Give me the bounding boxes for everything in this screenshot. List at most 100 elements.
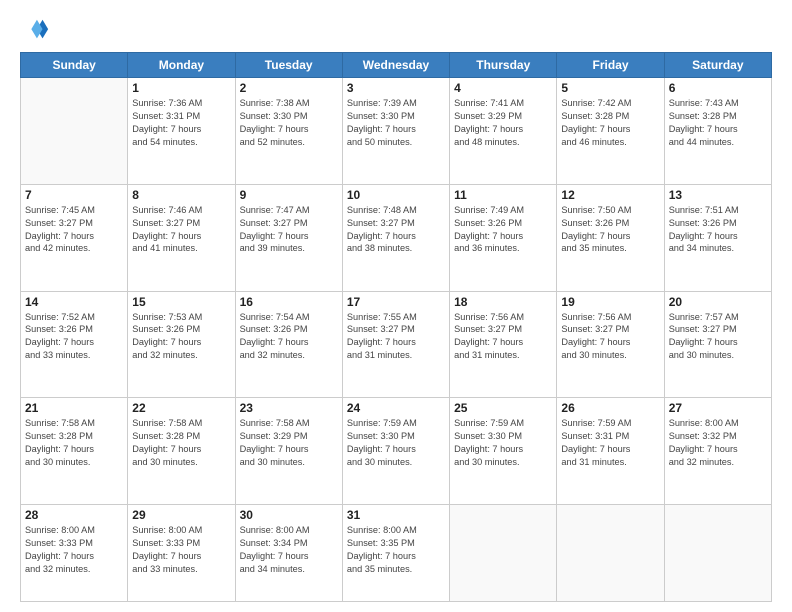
day-number: 25 [454,401,552,415]
day-number: 15 [132,295,230,309]
day-number: 7 [25,188,123,202]
day-number: 9 [240,188,338,202]
day-info: Sunrise: 7:58 AM Sunset: 3:28 PM Dayligh… [25,417,123,469]
day-info: Sunrise: 7:43 AM Sunset: 3:28 PM Dayligh… [669,97,767,149]
day-number: 11 [454,188,552,202]
day-number: 12 [561,188,659,202]
calendar-cell: 19Sunrise: 7:56 AM Sunset: 3:27 PM Dayli… [557,291,664,398]
page: SundayMondayTuesdayWednesdayThursdayFrid… [0,0,792,612]
day-info: Sunrise: 7:56 AM Sunset: 3:27 PM Dayligh… [561,311,659,363]
calendar-cell: 8 Sunrise: 7:46 AM Sunset: 3:27 PM Daylig… [128,184,235,291]
weekday-header-wednesday: Wednesday [342,53,449,78]
day-info: Sunrise: 7:42 AM Sunset: 3:28 PM Dayligh… [561,97,659,149]
calendar-cell: 11 Sunrise: 7:49 AM Sunset: 3:26 PM Dayli… [450,184,557,291]
calendar-cell: 1 Sunrise: 7:36 AM Sunset: 3:31 PM Daylig… [128,78,235,185]
calendar-cell: 12Sunrise: 7:50 AM Sunset: 3:26 PM Dayli… [557,184,664,291]
day-number: 13 [669,188,767,202]
day-info: Sunrise: 7:46 AM Sunset: 3:27 PM Dayligh… [132,204,230,256]
day-number: 18 [454,295,552,309]
day-number: 31 [347,508,445,522]
calendar-table: SundayMondayTuesdayWednesdayThursdayFrid… [20,52,772,602]
calendar-week-5: 28 Sunrise: 8:00 AM Sunset: 3:33 PM Dayli… [21,505,772,602]
calendar-cell: 20 Sunrise: 7:57 AM Sunset: 3:27 PM Dayli… [664,291,771,398]
weekday-header-monday: Monday [128,53,235,78]
calendar-cell: 4Sunrise: 7:41 AM Sunset: 3:29 PM Daylig… [450,78,557,185]
calendar-cell: 7 Sunrise: 7:45 AM Sunset: 3:27 PM Daylig… [21,184,128,291]
day-number: 4 [454,81,552,95]
day-number: 22 [132,401,230,415]
calendar-cell: 24 Sunrise: 7:59 AM Sunset: 3:30 PM Dayli… [342,398,449,505]
day-info: Sunrise: 7:54 AM Sunset: 3:26 PM Dayligh… [240,311,338,363]
day-info: Sunrise: 7:48 AM Sunset: 3:27 PM Dayligh… [347,204,445,256]
calendar-cell: 27 Sunrise: 8:00 AM Sunset: 3:32 PM Dayli… [664,398,771,505]
day-info: Sunrise: 8:00 AM Sunset: 3:32 PM Dayligh… [669,417,767,469]
day-info: Sunrise: 8:00 AM Sunset: 3:33 PM Dayligh… [132,524,230,576]
day-number: 3 [347,81,445,95]
calendar-cell: 31 Sunrise: 8:00 AM Sunset: 3:35 PM Dayli… [342,505,449,602]
day-info: Sunrise: 7:58 AM Sunset: 3:28 PM Dayligh… [132,417,230,469]
day-number: 27 [669,401,767,415]
day-info: Sunrise: 8:00 AM Sunset: 3:35 PM Dayligh… [347,524,445,576]
calendar-cell: 26 Sunrise: 7:59 AM Sunset: 3:31 PM Dayli… [557,398,664,505]
weekday-header-row: SundayMondayTuesdayWednesdayThursdayFrid… [21,53,772,78]
header [20,16,772,44]
calendar-cell: 6 Sunrise: 7:43 AM Sunset: 3:28 PM Daylig… [664,78,771,185]
day-number: 24 [347,401,445,415]
day-number: 26 [561,401,659,415]
calendar-cell: 13 Sunrise: 7:51 AM Sunset: 3:26 PM Dayli… [664,184,771,291]
calendar-cell: 14 Sunrise: 7:52 AM Sunset: 3:26 PM Dayli… [21,291,128,398]
calendar-cell: 23 Sunrise: 7:58 AM Sunset: 3:29 PM Dayli… [235,398,342,505]
day-number: 8 [132,188,230,202]
day-info: Sunrise: 7:58 AM Sunset: 3:29 PM Dayligh… [240,417,338,469]
logo-icon [22,16,50,44]
calendar-cell: 25 Sunrise: 7:59 AM Sunset: 3:30 PM Dayli… [450,398,557,505]
calendar-cell: 30 Sunrise: 8:00 AM Sunset: 3:34 PM Dayli… [235,505,342,602]
day-number: 23 [240,401,338,415]
day-info: Sunrise: 7:59 AM Sunset: 3:31 PM Dayligh… [561,417,659,469]
calendar-cell: 29Sunrise: 8:00 AM Sunset: 3:33 PM Dayli… [128,505,235,602]
day-info: Sunrise: 7:38 AM Sunset: 3:30 PM Dayligh… [240,97,338,149]
day-number: 5 [561,81,659,95]
day-info: Sunrise: 7:59 AM Sunset: 3:30 PM Dayligh… [454,417,552,469]
calendar-week-3: 14 Sunrise: 7:52 AM Sunset: 3:26 PM Dayli… [21,291,772,398]
weekday-header-tuesday: Tuesday [235,53,342,78]
weekday-header-saturday: Saturday [664,53,771,78]
day-info: Sunrise: 7:45 AM Sunset: 3:27 PM Dayligh… [25,204,123,256]
day-number: 30 [240,508,338,522]
weekday-header-thursday: Thursday [450,53,557,78]
day-number: 28 [25,508,123,522]
day-info: Sunrise: 7:55 AM Sunset: 3:27 PM Dayligh… [347,311,445,363]
calendar-cell: 22 Sunrise: 7:58 AM Sunset: 3:28 PM Dayli… [128,398,235,505]
weekday-header-sunday: Sunday [21,53,128,78]
calendar-cell: 18Sunrise: 7:56 AM Sunset: 3:27 PM Dayli… [450,291,557,398]
calendar-cell [664,505,771,602]
day-number: 16 [240,295,338,309]
day-info: Sunrise: 7:57 AM Sunset: 3:27 PM Dayligh… [669,311,767,363]
day-number: 20 [669,295,767,309]
day-number: 10 [347,188,445,202]
day-number: 6 [669,81,767,95]
day-info: Sunrise: 7:53 AM Sunset: 3:26 PM Dayligh… [132,311,230,363]
day-info: Sunrise: 7:59 AM Sunset: 3:30 PM Dayligh… [347,417,445,469]
day-info: Sunrise: 7:49 AM Sunset: 3:26 PM Dayligh… [454,204,552,256]
day-info: Sunrise: 7:51 AM Sunset: 3:26 PM Dayligh… [669,204,767,256]
day-info: Sunrise: 7:36 AM Sunset: 3:31 PM Dayligh… [132,97,230,149]
day-info: Sunrise: 8:00 AM Sunset: 3:34 PM Dayligh… [240,524,338,576]
calendar-week-2: 7 Sunrise: 7:45 AM Sunset: 3:27 PM Daylig… [21,184,772,291]
calendar-cell: 9Sunrise: 7:47 AM Sunset: 3:27 PM Daylig… [235,184,342,291]
calendar-cell: 16 Sunrise: 7:54 AM Sunset: 3:26 PM Dayli… [235,291,342,398]
calendar-cell: 3Sunrise: 7:39 AM Sunset: 3:30 PM Daylig… [342,78,449,185]
day-number: 2 [240,81,338,95]
day-number: 17 [347,295,445,309]
calendar-cell: 5 Sunrise: 7:42 AM Sunset: 3:28 PM Daylig… [557,78,664,185]
calendar-cell: 28 Sunrise: 8:00 AM Sunset: 3:33 PM Dayli… [21,505,128,602]
day-info: Sunrise: 8:00 AM Sunset: 3:33 PM Dayligh… [25,524,123,576]
calendar-cell: 15 Sunrise: 7:53 AM Sunset: 3:26 PM Dayli… [128,291,235,398]
calendar-cell: 10 Sunrise: 7:48 AM Sunset: 3:27 PM Dayli… [342,184,449,291]
day-number: 1 [132,81,230,95]
calendar-cell: 17 Sunrise: 7:55 AM Sunset: 3:27 PM Dayli… [342,291,449,398]
calendar-week-1: 1 Sunrise: 7:36 AM Sunset: 3:31 PM Daylig… [21,78,772,185]
day-number: 14 [25,295,123,309]
day-number: 21 [25,401,123,415]
day-info: Sunrise: 7:52 AM Sunset: 3:26 PM Dayligh… [25,311,123,363]
